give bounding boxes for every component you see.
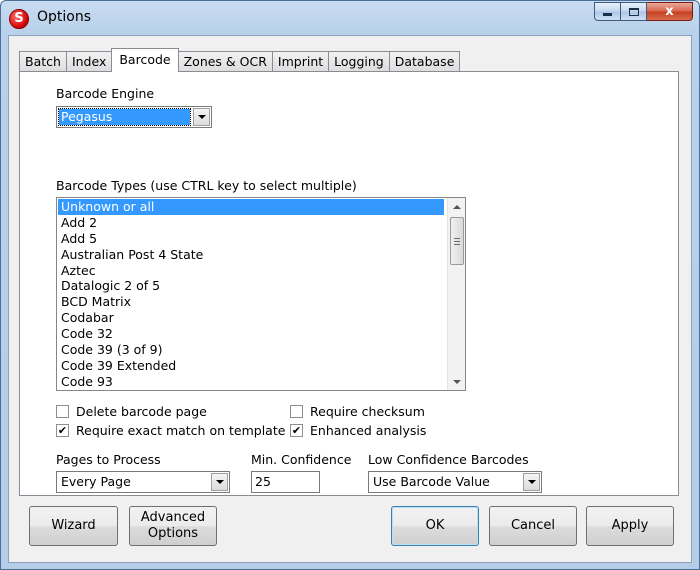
engine-value: Pegasus: [58, 108, 191, 126]
maximize-button[interactable]: [621, 2, 647, 21]
pages-to-process-label: Pages to Process: [56, 452, 161, 467]
checkbox-label: Delete barcode page: [76, 404, 207, 419]
checkbox-box[interactable]: ✔: [56, 424, 69, 437]
ok-button[interactable]: OK: [391, 506, 479, 546]
checkbox-label: Enhanced analysis: [310, 423, 427, 438]
barcode-types-list[interactable]: Unknown or all Add 2 Add 5 Australian Post …: [56, 197, 466, 391]
chevron-down-icon[interactable]: [211, 473, 228, 491]
enhanced-analysis-checkbox[interactable]: ✔ Enhanced analysis: [290, 423, 426, 438]
chevron-down-icon[interactable]: [193, 108, 210, 126]
list-item[interactable]: Add 2: [58, 215, 444, 231]
checkbox-label: Require exact match on template: [76, 423, 286, 438]
scroll-down-button[interactable]: [448, 373, 465, 390]
engine-label: Barcode Engine: [56, 86, 155, 101]
advanced-options-line2: Options: [147, 526, 199, 541]
title-bar[interactable]: S Options x: [1, 1, 699, 35]
list-item[interactable]: Datalogic 2 of 5: [58, 278, 444, 294]
close-button[interactable]: x: [647, 2, 693, 21]
list-item[interactable]: BCD Matrix: [58, 294, 444, 310]
list-item[interactable]: Code 32: [58, 326, 444, 342]
cancel-button[interactable]: Cancel: [489, 506, 577, 546]
engine-dropdown[interactable]: Pegasus: [56, 106, 212, 128]
pages-to-process-value: Every Page: [61, 474, 131, 489]
options-window: S Options x Batch Index Barcode Zones & …: [0, 0, 700, 570]
barcode-types-items: Unknown or all Add 2 Add 5 Australian Post …: [58, 199, 444, 390]
arrow-down-icon: [452, 379, 461, 384]
low-confidence-label: Low Confidence Barcodes: [368, 452, 529, 467]
tab-barcode[interactable]: Barcode: [111, 48, 179, 72]
tab-database[interactable]: Database: [388, 51, 461, 72]
pages-to-process-dropdown[interactable]: Every Page: [56, 471, 230, 493]
list-item[interactable]: Unknown or all: [58, 199, 444, 215]
minimize-icon: [603, 13, 612, 16]
maximize-icon: [628, 7, 639, 16]
wizard-button[interactable]: Wizard: [29, 506, 118, 546]
arrow-up-icon: [452, 204, 461, 209]
tab-batch[interactable]: Batch: [19, 51, 67, 72]
barcode-tab-panel: Barcode Engine Pegasus Barcode Types (us…: [19, 71, 679, 496]
tab-zones-ocr[interactable]: Zones & OCR: [177, 51, 273, 72]
list-item[interactable]: Code 93: [58, 374, 444, 390]
close-icon: x: [665, 4, 674, 19]
list-item[interactable]: Add 5: [58, 231, 444, 247]
require-exact-match-checkbox[interactable]: ✔ Require exact match on template: [56, 423, 285, 438]
list-item[interactable]: Australian Post 4 State: [58, 247, 444, 263]
tab-logging[interactable]: Logging: [328, 51, 390, 72]
list-item[interactable]: Aztec: [58, 263, 444, 279]
vertical-scrollbar[interactable]: [447, 198, 465, 390]
dialog-client-area: Batch Index Barcode Zones & OCR Imprint …: [8, 35, 692, 563]
types-label: Barcode Types (use CTRL key to select mu…: [56, 178, 357, 193]
advanced-options-button[interactable]: Advanced Options: [129, 506, 217, 546]
list-item[interactable]: Codabar: [58, 310, 444, 326]
checkbox-box[interactable]: [290, 405, 303, 418]
checkbox-box[interactable]: ✔: [290, 424, 303, 437]
low-confidence-dropdown[interactable]: Use Barcode Value: [368, 471, 542, 493]
scroll-thumb[interactable]: [450, 217, 464, 265]
window-title: Options: [37, 9, 92, 25]
chevron-down-icon[interactable]: [523, 473, 540, 491]
min-confidence-input[interactable]: 25: [251, 471, 320, 493]
list-item[interactable]: Code 39 (3 of 9): [58, 342, 444, 358]
delete-barcode-page-checkbox[interactable]: Delete barcode page: [56, 404, 207, 419]
tab-imprint[interactable]: Imprint: [271, 51, 330, 72]
window-controls: x: [594, 2, 693, 22]
tab-index[interactable]: Index: [65, 51, 113, 72]
low-confidence-value: Use Barcode Value: [373, 474, 490, 489]
minimize-button[interactable]: [594, 2, 621, 21]
app-logo-icon: S: [9, 9, 29, 29]
require-checksum-checkbox[interactable]: Require checksum: [290, 404, 425, 419]
list-item[interactable]: Code 39 Extended: [58, 358, 444, 374]
checkbox-label: Require checksum: [310, 404, 425, 419]
checkbox-box[interactable]: [56, 405, 69, 418]
apply-button[interactable]: Apply: [586, 506, 674, 546]
advanced-options-line1: Advanced: [140, 510, 206, 525]
scroll-up-button[interactable]: [448, 198, 465, 215]
min-confidence-label: Min. Confidence: [251, 452, 352, 467]
tab-strip: Batch Index Barcode Zones & OCR Imprint …: [19, 48, 461, 72]
